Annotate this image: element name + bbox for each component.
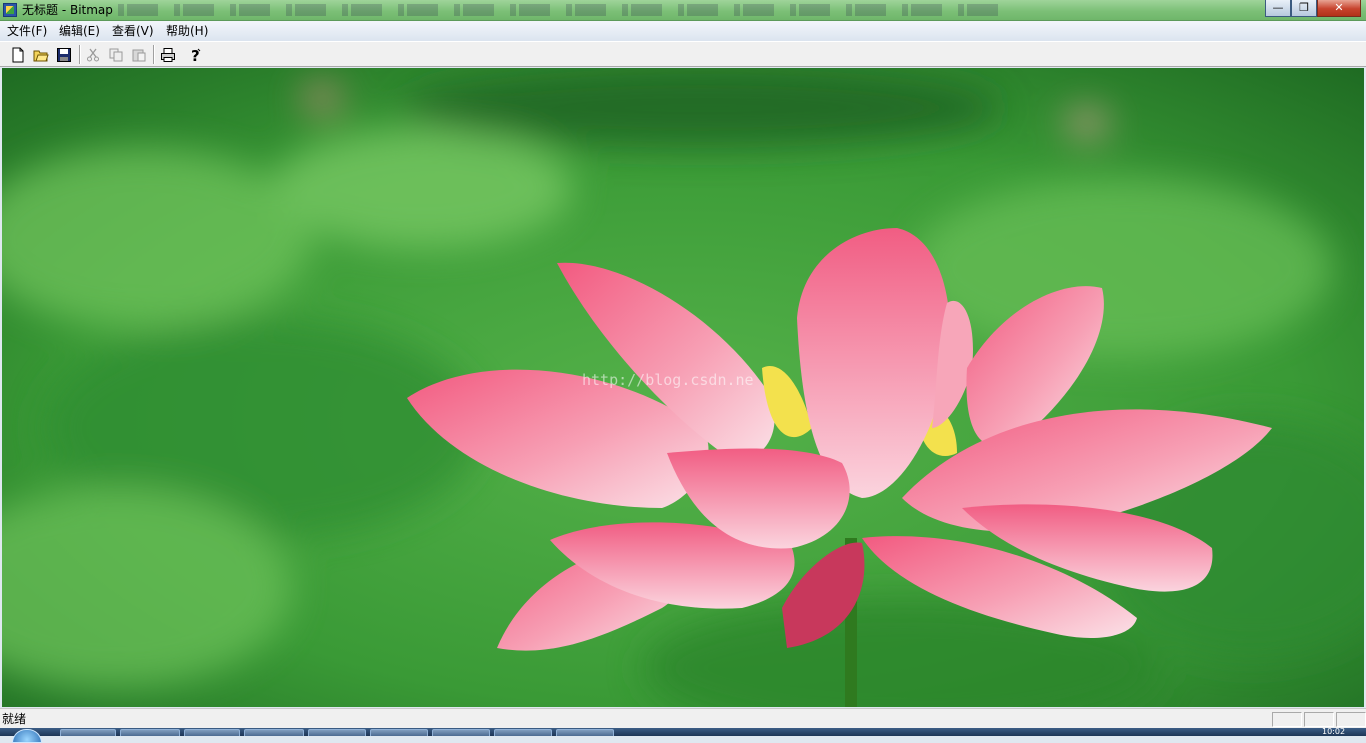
taskbar-button[interactable]	[244, 729, 304, 736]
menu-view[interactable]: 查看(V)	[112, 24, 154, 39]
copy-icon	[109, 48, 123, 61]
title-bar: 无标题 - Bitmap — ❐ ✕	[0, 0, 1366, 21]
taskbar-clock: 10:02	[1322, 727, 1346, 736]
taskbar-button[interactable]	[184, 729, 240, 736]
cut-button[interactable]	[83, 45, 103, 64]
toolbar-separator	[79, 45, 81, 64]
taskbar-button[interactable]	[308, 729, 366, 736]
new-file-icon	[12, 47, 24, 62]
start-button[interactable]	[12, 729, 42, 743]
help-icon: ?	[191, 47, 201, 63]
status-pane-caps	[1272, 712, 1302, 727]
taskbar-button[interactable]	[370, 729, 428, 736]
status-pane-scroll	[1336, 712, 1366, 727]
image-watermark: http://blog.csdn.ne	[582, 371, 754, 389]
close-button[interactable]: ✕	[1317, 0, 1361, 17]
toolbar: ?	[0, 41, 1366, 67]
restore-button[interactable]: ❐	[1291, 0, 1317, 17]
window-title: 无标题 - Bitmap	[22, 3, 113, 17]
help-button[interactable]: ?	[186, 45, 206, 64]
save-icon	[57, 47, 71, 62]
taskbar-button[interactable]	[494, 729, 552, 736]
open-folder-icon	[33, 50, 49, 61]
minimize-button[interactable]: —	[1265, 0, 1291, 17]
status-bar: 就绪	[0, 708, 1366, 728]
status-pane-num	[1304, 712, 1334, 727]
copy-button[interactable]	[106, 45, 126, 64]
taskbar-button[interactable]	[60, 729, 116, 736]
menu-bar: 文件(F) 编辑(E) 查看(V) 帮助(H)	[0, 21, 1366, 41]
menu-file[interactable]: 文件(F)	[7, 24, 47, 39]
new-button[interactable]	[8, 45, 28, 64]
lotus-flower-image: http://blog.csdn.ne	[2, 68, 1364, 707]
status-text: 就绪	[2, 712, 27, 726]
background-window-blur	[118, 4, 998, 16]
print-button[interactable]	[158, 45, 178, 64]
restore-icon: ❐	[1299, 1, 1309, 14]
menu-help[interactable]: 帮助(H)	[166, 24, 208, 39]
app-icon[interactable]	[3, 3, 17, 17]
save-button[interactable]	[54, 45, 74, 64]
toolbar-separator	[153, 45, 155, 64]
print-icon	[161, 47, 175, 62]
taskbar: 10:02	[0, 727, 1366, 743]
bitmap-canvas[interactable]: http://blog.csdn.ne	[2, 68, 1364, 707]
taskbar-button[interactable]	[432, 729, 490, 736]
cut-icon	[87, 48, 99, 61]
taskbar-button[interactable]	[120, 729, 180, 736]
open-button[interactable]	[31, 45, 51, 64]
window-controls: — ❐ ✕	[1265, 0, 1361, 18]
paste-icon	[132, 49, 146, 61]
close-icon: ✕	[1334, 1, 1344, 14]
minimize-icon: —	[1272, 1, 1284, 14]
taskbar-button-active[interactable]	[556, 729, 614, 736]
paste-button[interactable]	[129, 45, 149, 64]
menu-edit[interactable]: 编辑(E)	[59, 24, 100, 39]
